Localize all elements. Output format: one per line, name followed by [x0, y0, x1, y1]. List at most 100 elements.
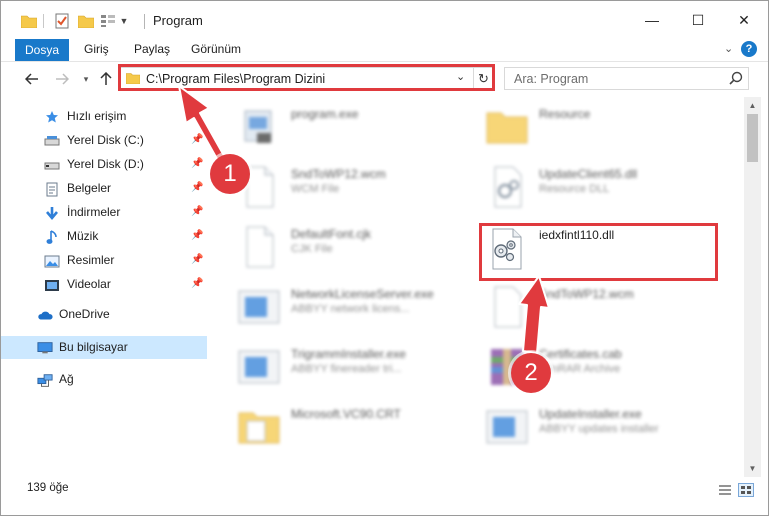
- step-2-badge: 2: [511, 353, 551, 393]
- sidebar-item-label: Yerel Disk (D:): [67, 157, 144, 171]
- pin-icon[interactable]: 📌: [191, 182, 203, 193]
- back-button[interactable]: [22, 69, 42, 89]
- file-name: SndToWP12.wcm: [291, 167, 386, 181]
- pin-icon[interactable]: 📌: [191, 134, 203, 145]
- pin-icon[interactable]: 📌: [191, 254, 203, 265]
- customize-toolbar-chevron-icon[interactable]: ▼: [118, 11, 130, 31]
- tab-home[interactable]: Giriş: [84, 42, 109, 56]
- pin-icon[interactable]: 📌: [191, 278, 203, 289]
- file-name: program.exe: [291, 107, 359, 121]
- scroll-down-arrow-icon[interactable]: ▼: [744, 460, 761, 477]
- close-icon: ✕: [738, 11, 750, 28]
- recent-locations-chevron-icon[interactable]: ▾: [76, 69, 96, 89]
- documents-icon: [44, 181, 60, 197]
- exe-icon: [244, 110, 272, 143]
- file-description: ABBYY finereader tri...: [291, 363, 402, 375]
- star-icon: [44, 109, 60, 125]
- file-item[interactable]: SndToWP12.wcm: [483, 283, 719, 343]
- sidebar-item-pictures[interactable]: Resimler 📌: [1, 249, 207, 272]
- vertical-scrollbar[interactable]: ▲ ▼: [744, 97, 761, 477]
- search-box[interactable]: Ara: Program: [504, 67, 749, 90]
- file-item[interactable]: TrigrammInstaller.exe ABBYY finereader t…: [235, 343, 471, 403]
- pin-icon[interactable]: 📌: [191, 158, 203, 169]
- tab-view[interactable]: Görünüm: [191, 42, 241, 56]
- up-button[interactable]: [96, 69, 116, 89]
- file-item[interactable]: SndToWP12.wcm WCM File: [235, 163, 471, 223]
- forward-button[interactable]: [52, 69, 72, 89]
- file-description: ABBYY network licens...: [291, 303, 410, 315]
- file-item[interactable]: UpdateClient65.dll Resource DLL: [483, 163, 719, 223]
- drive-icon: [44, 157, 60, 173]
- scrollbar-thumb[interactable]: [747, 114, 758, 162]
- file-description: WinRAR Archive: [539, 363, 621, 375]
- minimize-button[interactable]: —: [629, 1, 675, 39]
- maximize-icon: ☐: [691, 11, 705, 28]
- file-name: UpdateClient65.dll: [539, 167, 638, 181]
- back-arrow-icon: [25, 73, 38, 85]
- status-bar: 139 öğe: [1, 477, 768, 515]
- file-name: DefaultFont.cjk: [291, 227, 372, 241]
- file-item[interactable]: NetworkLicenseServer.exe ABBYY network l…: [235, 283, 471, 343]
- sidebar-item-music[interactable]: Müzik 📌: [1, 225, 207, 248]
- sidebar-item-label: Müzik: [67, 229, 99, 243]
- file-name: SndToWP12.wcm: [539, 287, 634, 301]
- tab-share[interactable]: Paylaş: [134, 42, 170, 56]
- tab-file[interactable]: Dosya: [15, 39, 69, 61]
- pin-icon[interactable]: 📌: [191, 206, 203, 217]
- computer-icon: [37, 340, 53, 356]
- scroll-up-arrow-icon[interactable]: ▲: [744, 97, 761, 114]
- sidebar-item-network[interactable]: Ağ: [1, 368, 207, 391]
- file-item[interactable]: Resource: [483, 103, 719, 163]
- file-item[interactable]: Microsoft.VC90.CRT: [235, 403, 471, 463]
- close-button[interactable]: ✕: [721, 1, 767, 39]
- file-description: CJK File: [291, 243, 333, 255]
- cloud-icon: [37, 307, 53, 323]
- folder-icon: [238, 412, 280, 444]
- file-description: Resource DLL: [539, 183, 610, 195]
- properties-icon[interactable]: [53, 11, 71, 31]
- search-icon[interactable]: [729, 71, 743, 85]
- file-name: UpdateInstaller.exe: [539, 407, 642, 421]
- sidebar-item-onedrive[interactable]: OneDrive: [1, 303, 207, 326]
- sidebar-item-local-disk-d[interactable]: Yerel Disk (D:) 📌: [1, 153, 207, 176]
- new-folder-icon[interactable]: [77, 11, 95, 31]
- sidebar-item-quick-access[interactable]: Hızlı erişim: [1, 105, 207, 128]
- help-button[interactable]: ?: [741, 41, 757, 57]
- file-item[interactable]: DefaultFont.cjk CJK File: [235, 223, 471, 283]
- music-icon: [44, 229, 60, 245]
- pictures-icon: [44, 253, 60, 269]
- sidebar-item-documents[interactable]: Belgeler 📌: [1, 177, 207, 200]
- pin-icon[interactable]: 📌: [191, 230, 203, 241]
- expand-ribbon-chevron-icon[interactable]: ⌄: [724, 42, 733, 55]
- sidebar-item-downloads[interactable]: İndirmeler 📌: [1, 201, 207, 224]
- view-options-icon[interactable]: [98, 11, 118, 31]
- item-count: 139 öğe: [27, 482, 69, 494]
- file-description: ABBYY updates installer: [539, 423, 659, 435]
- sidebar-item-this-pc[interactable]: Bu bilgisayar: [1, 336, 207, 359]
- sidebar-item-label: Yerel Disk (C:): [67, 133, 144, 147]
- up-arrow-icon: [100, 72, 112, 85]
- sidebar-item-videos[interactable]: Videolar 📌: [1, 273, 207, 296]
- file-name: NetworkLicenseServer.exe: [291, 287, 434, 301]
- maximize-button[interactable]: ☐: [675, 1, 721, 39]
- file-item[interactable]: program.exe: [235, 103, 471, 163]
- sidebar-item-label: Ağ: [59, 372, 74, 386]
- sidebar-item-label: OneDrive: [59, 307, 110, 321]
- file-name: Resource: [539, 107, 591, 121]
- details-view-icon[interactable]: [717, 483, 733, 497]
- navigation-pane: Hızlı erişim Yerel Disk (C:) 📌 Yerel Dis…: [1, 97, 208, 477]
- sidebar-item-local-disk-c[interactable]: Yerel Disk (C:) 📌: [1, 129, 207, 152]
- sidebar-item-label: Belgeler: [67, 181, 112, 195]
- file-item[interactable]: UpdateInstaller.exe ABBYY updates instal…: [483, 403, 719, 463]
- sidebar-item-label: Videolar: [67, 277, 111, 291]
- window-title: Program: [153, 13, 203, 28]
- forward-arrow-icon: [56, 73, 69, 85]
- blank-file-icon: [246, 226, 274, 268]
- sidebar-item-label: Hızlı erişim: [67, 109, 127, 123]
- step-1-badge: 1: [210, 154, 250, 194]
- folder-icon: [21, 11, 37, 31]
- large-icons-view-icon[interactable]: [738, 483, 754, 497]
- title-separator: [144, 14, 145, 29]
- app-icon: [486, 410, 528, 444]
- title-bar: ▼ Program — ☐ ✕: [1, 1, 768, 39]
